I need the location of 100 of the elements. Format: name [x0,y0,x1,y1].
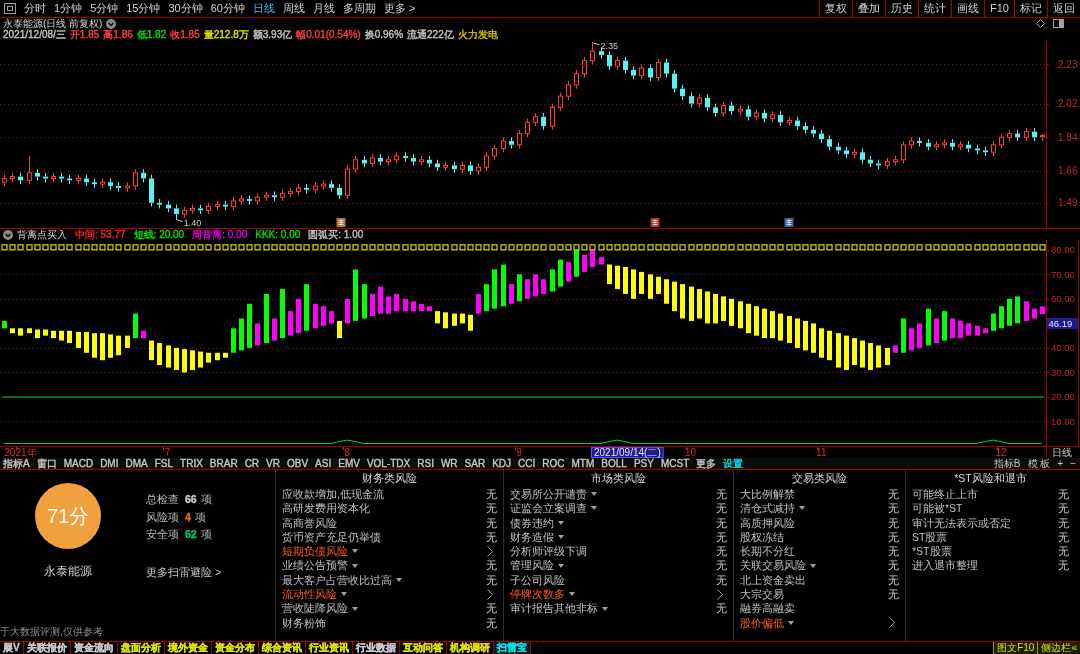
candle [590,41,595,65]
indicator-tab[interactable]: 模 板 [1024,458,1055,469]
footer-button[interactable]: 图文F10 [993,642,1038,654]
period-tab[interactable]: 周线 [279,0,309,17]
indicator-tab[interactable]: + [1054,458,1068,469]
indicator-tab[interactable]: CCI [515,458,540,469]
indicator-tab[interactable]: ASI [312,458,336,469]
toolbar-button[interactable]: 统计 [918,0,952,17]
candle [566,80,571,101]
risk-item: 可能被*ST [912,501,963,516]
indicator-tab[interactable]: MCST [657,458,694,469]
risk-item[interactable]: 清仓式减持 [740,501,795,516]
bottom-tab[interactable]: 关联报价 [23,642,71,654]
indicator-tab[interactable]: WR [437,458,462,469]
bottom-tab[interactable]: 综合资讯 [258,642,306,654]
risk-item[interactable]: 最大客户占营收比过高 [282,572,392,588]
toolbar-button[interactable]: 历史 [885,0,919,17]
toolbar-button[interactable]: 标记 [1014,0,1047,17]
risk-item[interactable]: 审计报告其他非标 [510,601,598,616]
indicator-tab[interactable]: VR [263,458,284,469]
indicator-tab[interactable]: DMA [122,458,152,469]
period-tab[interactable]: 日线 [249,0,279,17]
indicator-tab[interactable]: TRIX [177,458,207,469]
risk-item[interactable]: 证监会立案调查 [510,501,587,516]
indicator-value: 中间: 53.77 [75,229,126,240]
bottom-tab[interactable]: 盘面分析 [117,642,165,654]
candle [550,103,555,131]
risk-item: 可能终止上市 [912,487,978,502]
candle [476,163,481,176]
candle [452,161,457,174]
risk-item[interactable]: 股价偏低 [740,615,784,630]
indicator-tab[interactable]: BOLL [598,458,631,469]
period-tab[interactable]: 5分钟 [86,0,123,17]
period-tab[interactable]: 15分钟 [122,0,165,17]
toolbar-button[interactable]: 画线 [951,0,985,17]
indicator-tab[interactable]: DMI [97,458,123,469]
candle [558,91,563,112]
period-tab[interactable]: 分时 [20,0,50,17]
indicator-tab[interactable]: BRAR [206,458,242,469]
bottom-tab[interactable]: 机构调研 [446,642,494,654]
risk-item[interactable]: 财务造假 [510,529,554,545]
candle [108,178,113,191]
bottom-tab[interactable]: 展V [0,642,24,654]
bottom-tab[interactable]: 扫雷宝 [493,642,531,654]
quote-field: 火力发电 [457,29,498,40]
bottom-tab[interactable]: 资金流向 [70,642,118,654]
indicator-tab[interactable]: SAR [461,458,490,469]
indicator-tab[interactable]: OBV [284,458,313,469]
indicator-tab[interactable]: 指标A [0,458,34,469]
candle [844,146,849,159]
toolbar-button[interactable]: F10 [984,0,1014,17]
quote-field: 2021/12/08/三 [3,29,66,40]
indicator-tab[interactable]: − [1067,458,1080,469]
indicator-tab[interactable]: CR [241,458,264,469]
toolbar-button[interactable]: 叠加 [852,0,886,17]
risk-status: 无 [1058,558,1069,573]
risk-status: 无 [888,587,899,602]
candle [321,179,326,191]
bottom-tab[interactable]: 行业数据 [352,642,400,654]
indicator-tab[interactable]: 更多 [693,458,721,469]
bottom-tab[interactable]: 行业资讯 [305,642,353,654]
footer-button[interactable]: 侧边栏« [1037,642,1080,654]
indicator-tab[interactable]: MTM [568,458,599,469]
indicator-tab[interactable]: PSY [630,458,658,469]
risk-item[interactable]: 管理风险 [510,558,554,573]
risk-item[interactable]: 业绩公告预警 [282,558,348,573]
indicator-tab[interactable]: 指标B [990,458,1025,469]
indicator-tab[interactable]: 设置 [720,458,748,469]
indicator-tab[interactable]: EMV [335,458,364,469]
risk-item[interactable]: 债券违约 [510,515,554,530]
risk-item[interactable]: 交易所公开谴责 [510,487,587,502]
period-tab[interactable]: 1分钟 [50,0,87,17]
indicator-tab[interactable]: RSI [414,458,438,469]
risk-item: *ST股票 [912,544,952,559]
bottom-tab[interactable]: 境外资金 [164,642,212,654]
indicator-tab[interactable]: MACD [60,458,98,469]
risk-item[interactable]: 流动性风险 [282,587,337,602]
bottom-tab[interactable]: 互动问答 [399,642,447,654]
indicator-tab[interactable]: 窗口 [33,458,61,469]
risk-item[interactable]: 营收陡降风险 [282,601,348,616]
indicator-tab[interactable]: VOL-TDX [363,458,415,469]
risk-item[interactable]: 停牌次数多 [510,587,565,602]
period-tab[interactable]: 月线 [309,0,339,17]
period-tab[interactable]: 30分钟 [164,0,207,17]
bottom-tab[interactable]: 资金分布 [211,642,259,654]
risk-item[interactable]: 短期负债风险 [282,544,348,559]
risk-item[interactable]: 关联交易风险 [740,558,806,573]
period-tab[interactable]: 多周期 [339,0,380,17]
candle [484,151,489,172]
indicator-tab[interactable]: FSL [151,458,178,469]
period-tab[interactable]: 更多 > [380,0,420,17]
candle [10,172,15,183]
toolbar-button[interactable]: 复权 [819,0,853,17]
score-badge: 71分 [35,483,101,549]
toolbar-button[interactable]: 返回 [1047,0,1080,17]
indicator-tab[interactable]: ROC [539,458,569,469]
period-tab[interactable]: 60分钟 [206,0,249,17]
more-link[interactable]: 更多扫雷避险 > [146,565,222,579]
indicator-tab[interactable]: KDJ [489,458,516,469]
candle [517,129,522,150]
